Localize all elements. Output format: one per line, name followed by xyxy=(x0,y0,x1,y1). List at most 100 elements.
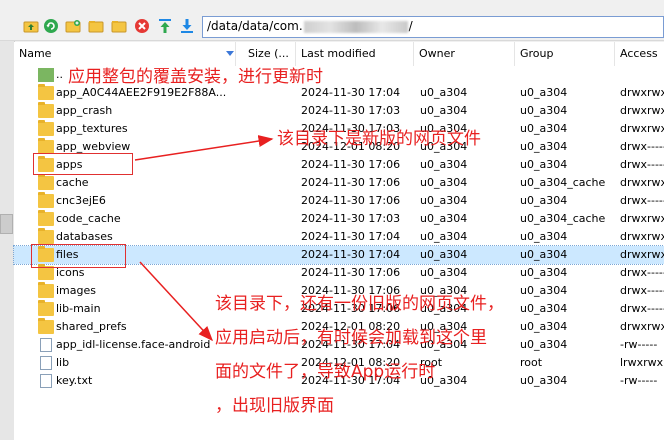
cell-name: code_cache xyxy=(56,212,121,225)
cell-owner: u0_a304 xyxy=(420,230,468,243)
cell-access: drwxrwxs xyxy=(620,176,664,189)
cell-date: 2024-11-30 17:04 xyxy=(301,230,401,243)
cell-owner: u0_a304 xyxy=(420,176,468,189)
column-name[interactable]: Name xyxy=(14,42,236,66)
folder-icon xyxy=(38,138,54,154)
download-icon[interactable] xyxy=(178,17,196,35)
cell-group: u0_a304 xyxy=(520,122,568,135)
cell-group: u0_a304 xyxy=(520,284,568,297)
cell-access xyxy=(620,66,664,84)
cell-access: drwx----- xyxy=(620,266,664,279)
annotation-new-web-files: 该目录下是新版的网页文件 xyxy=(277,129,481,149)
file-icon xyxy=(40,338,52,352)
folder-icon[interactable] xyxy=(87,17,105,35)
column-name-label: Name xyxy=(19,47,52,60)
toolbar: /data/data/com. / xyxy=(0,0,664,41)
cell-group: u0_a304 xyxy=(520,374,568,387)
cell-group: root xyxy=(520,356,543,369)
folder-icon xyxy=(38,228,54,244)
table-row[interactable]: code_cache 2024-11-30 17:03 u0_a304 u0_a304… xyxy=(14,210,664,228)
cell-owner xyxy=(420,66,515,84)
cell-date: 2024-11-30 17:06 xyxy=(301,266,401,279)
column-size-label: Size (... xyxy=(248,47,289,60)
cell-group: u0_a304 xyxy=(520,140,568,153)
new-folder-icon[interactable] xyxy=(64,17,82,35)
folder-icon xyxy=(38,174,54,190)
cell-access: drwx----- xyxy=(620,158,664,171)
column-last-modified[interactable]: Last modified xyxy=(296,42,414,66)
path-input[interactable]: /data/data/com. / xyxy=(202,16,664,38)
cell-name: key.txt xyxy=(56,374,93,387)
text-file-icon xyxy=(40,374,52,388)
delete-icon[interactable] xyxy=(133,17,151,35)
table-row[interactable]: cache 2024-11-30 17:06 u0_a304 u0_a304_cach… xyxy=(14,174,664,192)
folder-icon xyxy=(38,192,54,208)
cell-access: drwxrwx xyxy=(620,122,664,135)
column-access[interactable]: Access xyxy=(615,42,664,66)
column-group-label: Group xyxy=(520,47,554,60)
cell-group: u0_a304 xyxy=(520,266,568,279)
column-group[interactable]: Group xyxy=(515,42,615,66)
sort-descending-icon xyxy=(226,51,234,56)
left-splitter-handle[interactable] xyxy=(0,214,13,234)
folder-icon xyxy=(38,120,54,136)
cell-group: u0_a304 xyxy=(520,248,568,261)
column-access-label: Access xyxy=(620,47,658,60)
cell-name: images xyxy=(56,284,96,297)
annotation-old-web-files-l3: 面的文件了，导致App运行时 xyxy=(215,362,436,382)
cell-name: cache xyxy=(56,176,89,189)
cell-date: 2024-11-30 17:04 xyxy=(301,248,401,261)
cell-group: u0_a304 xyxy=(520,104,568,117)
upload-icon[interactable] xyxy=(156,17,174,35)
cell-group xyxy=(520,66,615,84)
table-row[interactable]: cnc3ejE6 2024-11-30 17:06 u0_a304 u0_a304 dr… xyxy=(14,192,664,210)
column-owner-label: Owner xyxy=(419,47,455,60)
column-header: Name Size (... Last modified Owner Group… xyxy=(14,42,664,67)
cell-group: u0_a304 xyxy=(520,194,568,207)
cell-date: 2024-11-30 17:03 xyxy=(301,212,401,225)
cell-group: u0_a304 xyxy=(520,338,568,351)
cell-name: lib-main xyxy=(56,302,101,315)
folder-icon[interactable] xyxy=(110,17,128,35)
annotation-old-web-files-l4: ，出现旧版界面 xyxy=(215,396,334,416)
redacted-path-segment xyxy=(303,20,408,33)
refresh-icon[interactable] xyxy=(42,17,60,35)
cell-date: 2024-11-30 17:03 xyxy=(301,104,401,117)
path-prefix: /data/data/com. xyxy=(207,19,303,33)
folder-icon xyxy=(38,102,54,118)
folder-icon xyxy=(38,264,54,280)
folder-icon xyxy=(38,84,54,100)
column-size[interactable]: Size (... xyxy=(243,42,296,66)
cell-access: drwx----- xyxy=(620,302,664,315)
cell-group: u0_a304 xyxy=(520,320,568,333)
cell-date: 2024-11-30 17:06 xyxy=(301,194,401,207)
cell-group: u0_a304 xyxy=(520,158,568,171)
table-row[interactable]: app_crash 2024-11-30 17:03 u0_a304 u0_a304 d… xyxy=(14,102,664,120)
cell-group: u0_a304 xyxy=(520,230,568,243)
folder-icon xyxy=(38,318,54,334)
cell-access: drwx----- xyxy=(620,284,664,297)
column-date-label: Last modified xyxy=(301,47,376,60)
cell-group: u0_a304_cache xyxy=(520,212,606,225)
cell-group: u0_a304_cache xyxy=(520,176,606,189)
cell-name: app_textures xyxy=(56,122,128,135)
cell-owner: u0_a304 xyxy=(420,266,468,279)
highlight-box-files xyxy=(31,244,126,268)
cell-group: u0_a304 xyxy=(520,86,568,99)
cell-access: drwx----- xyxy=(620,140,664,153)
annotation-overwrite-install: 应用整包的覆盖安装，进行更新时 xyxy=(68,67,323,87)
annotation-old-web-files-l1: 该目录下，还有一份旧版的网页文件， xyxy=(215,294,504,314)
left-pane-edge xyxy=(0,0,15,440)
cell-access: drwxrwxs xyxy=(620,212,664,225)
cell-access: lrwxrwx xyxy=(620,356,664,369)
path-suffix: / xyxy=(408,19,413,33)
cell-owner: u0_a304 xyxy=(420,104,468,117)
cell-access: drwxrwx xyxy=(620,86,664,99)
cell-group: u0_a304 xyxy=(520,302,568,315)
cell-name: shared_prefs xyxy=(56,320,127,333)
cell-owner: u0_a304 xyxy=(420,158,468,171)
cell-access: drwxrwx xyxy=(620,230,664,243)
cell-owner: u0_a304 xyxy=(420,212,468,225)
column-owner[interactable]: Owner xyxy=(414,42,515,66)
up-folder-icon[interactable] xyxy=(22,17,40,35)
